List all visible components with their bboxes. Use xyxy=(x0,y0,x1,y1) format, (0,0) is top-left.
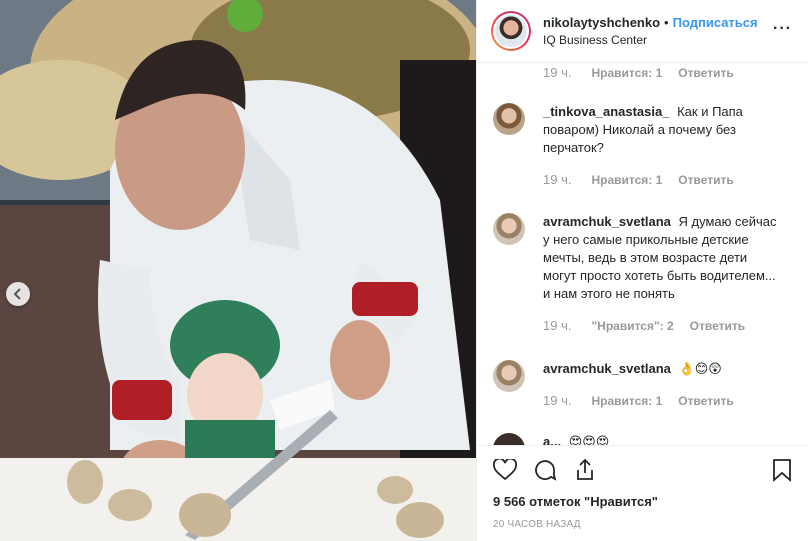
author-username[interactable]: nikolaytyshchenko xyxy=(543,15,660,30)
comment-time[interactable]: 19 ч. xyxy=(543,65,571,80)
comment-item: avramchuk_svetlana 👌😊😲 19 ч. Нравится: 1… xyxy=(493,360,792,410)
follow-button[interactable]: Подписаться xyxy=(673,15,758,30)
bookmark-icon[interactable] xyxy=(772,458,792,482)
comment-item: avramchuk_svetlana Я думаю сейчас у него… xyxy=(493,213,792,335)
separator-dot: • xyxy=(664,15,669,30)
commenter-avatar[interactable] xyxy=(493,103,525,135)
commenter-username[interactable]: _tinkova_anastasia_ xyxy=(543,104,669,119)
comment-text: 😍😍😍 xyxy=(568,434,610,445)
post-footer: 9 566 отметок "Нравится" 20 часов назад xyxy=(477,445,808,541)
reply-button[interactable]: Ответить xyxy=(678,392,733,410)
heart-icon[interactable] xyxy=(493,459,517,481)
comment-likes[interactable]: Нравится: 1 xyxy=(591,171,662,189)
comment-item: 19 ч. Нравится: 1 Ответить xyxy=(543,65,792,80)
post-location[interactable]: IQ Business Center xyxy=(543,33,758,47)
comment-item: _tinkova_anastasia_ Как и Папа поваром) … xyxy=(493,103,792,189)
likes-count[interactable]: 9 566 отметок "Нравится" xyxy=(493,494,792,509)
post-details-panel: nikolaytyshchenko • Подписаться IQ Busin… xyxy=(476,0,808,541)
more-icon[interactable]: ··· xyxy=(773,20,792,38)
commenter-username[interactable]: a... xyxy=(543,434,561,445)
comment-time[interactable]: 19 ч. xyxy=(543,392,571,410)
comment-icon[interactable] xyxy=(533,458,557,482)
chevron-left-icon xyxy=(13,288,21,300)
action-bar xyxy=(493,446,792,494)
comment-likes[interactable]: Нравится: 1 xyxy=(591,392,662,410)
reply-button[interactable]: Ответить xyxy=(678,66,733,80)
comment-item: a... 😍😍😍 xyxy=(493,433,792,445)
photo-illustration xyxy=(0,0,476,541)
post-photo[interactable] xyxy=(0,0,476,541)
commenter-avatar[interactable] xyxy=(493,360,525,392)
comments-list[interactable]: 19 ч. Нравится: 1 Ответить _tinkova_anas… xyxy=(477,63,808,445)
comment-likes[interactable]: "Нравится": 2 xyxy=(591,317,673,335)
commenter-avatar[interactable] xyxy=(493,433,525,445)
share-icon[interactable] xyxy=(573,458,597,482)
carousel-prev-button[interactable] xyxy=(6,282,30,306)
comment-likes[interactable]: Нравится: 1 xyxy=(591,66,662,80)
commenter-avatar[interactable] xyxy=(493,213,525,245)
instagram-post: nikolaytyshchenko • Подписаться IQ Busin… xyxy=(0,0,808,541)
commenter-username[interactable]: avramchuk_svetlana xyxy=(543,214,671,229)
author-avatar[interactable] xyxy=(491,11,531,51)
comment-time[interactable]: 19 ч. xyxy=(543,317,571,335)
post-header: nikolaytyshchenko • Подписаться IQ Busin… xyxy=(477,0,808,63)
post-timestamp[interactable]: 20 часов назад xyxy=(493,519,792,530)
comment-text: 👌😊😲 xyxy=(678,361,722,376)
commenter-username[interactable]: avramchuk_svetlana xyxy=(543,361,671,376)
comment-time[interactable]: 19 ч. xyxy=(543,171,571,189)
reply-button[interactable]: Ответить xyxy=(690,317,745,335)
reply-button[interactable]: Ответить xyxy=(678,171,733,189)
